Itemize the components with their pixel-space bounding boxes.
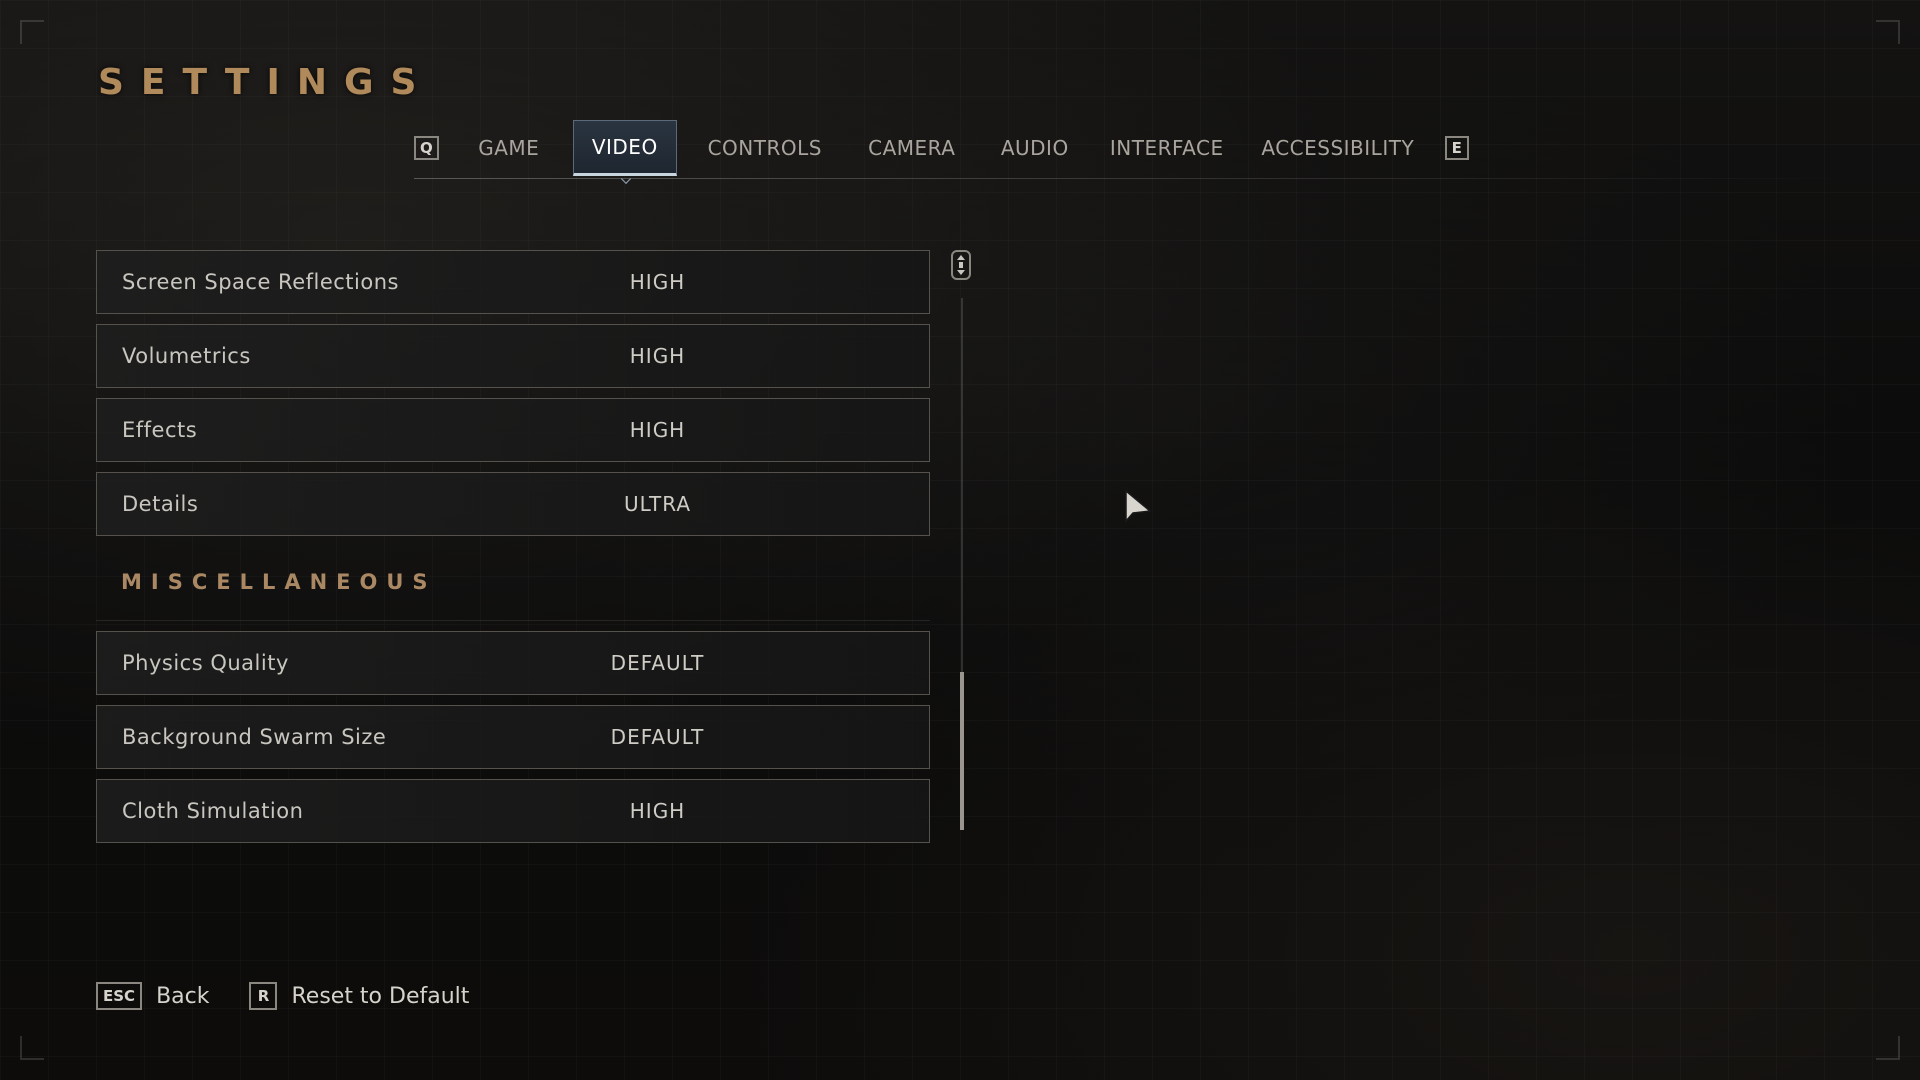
setting-row-physics-quality[interactable]: Physics Quality DEFAULT xyxy=(96,631,930,695)
reset-key-hint[interactable]: R xyxy=(249,982,278,1010)
setting-row-screen-space-reflections[interactable]: Screen Space Reflections HIGH xyxy=(96,250,930,314)
esc-key-hint[interactable]: ESC xyxy=(96,982,143,1010)
setting-label: Cloth Simulation xyxy=(122,799,304,823)
settings-tabs: Q GAME VIDEO CONTROLS CAMERA AUDIO INTER… xyxy=(414,120,1469,176)
reset-to-default-button[interactable]: Reset to Default xyxy=(291,984,469,1009)
setting-label: Screen Space Reflections xyxy=(122,270,399,294)
setting-label: Volumetrics xyxy=(122,344,251,368)
tab-video[interactable]: VIDEO xyxy=(572,120,677,176)
setting-value[interactable]: ULTRA xyxy=(490,492,825,516)
setting-label: Details xyxy=(122,492,199,516)
setting-label: Background Swarm Size xyxy=(122,725,387,749)
tab-camera[interactable]: CAMERA xyxy=(853,120,971,176)
tabs-divider xyxy=(414,178,1854,179)
section-header-miscellaneous: MISCELLANEOUS xyxy=(96,546,930,621)
setting-label: Effects xyxy=(122,418,198,442)
scroll-thumb[interactable] xyxy=(960,672,964,830)
tab-interface[interactable]: INTERFACE xyxy=(1099,120,1235,176)
next-tab-key-hint[interactable]: E xyxy=(1444,136,1469,160)
scroll-updown-icon[interactable] xyxy=(951,250,971,280)
mouse-cursor-icon xyxy=(1124,489,1154,523)
setting-value[interactable]: HIGH xyxy=(490,344,825,368)
setting-value[interactable]: DEFAULT xyxy=(490,651,825,675)
tab-accessibility[interactable]: ACCESSIBILITY xyxy=(1253,120,1423,176)
setting-row-effects[interactable]: Effects HIGH xyxy=(96,398,930,462)
back-button[interactable]: Back xyxy=(156,984,209,1009)
page-title: SETTINGS xyxy=(98,62,434,103)
settings-scrollbar[interactable] xyxy=(950,250,974,830)
setting-value[interactable]: HIGH xyxy=(490,799,825,823)
footer-hints: ESC Back R Reset to Default xyxy=(96,980,509,1012)
section-title: MISCELLANEOUS xyxy=(121,570,437,594)
prev-tab-key-hint[interactable]: Q xyxy=(414,136,439,160)
tab-game[interactable]: GAME xyxy=(463,120,555,176)
corner-bracket-bottom-left xyxy=(20,1036,44,1060)
settings-screen: SETTINGS Q GAME VIDEO CONTROLS CAMERA AU… xyxy=(0,0,1920,1080)
setting-row-cloth-simulation[interactable]: Cloth Simulation HIGH xyxy=(96,779,930,843)
tab-controls[interactable]: CONTROLS xyxy=(695,120,835,176)
corner-bracket-top-left xyxy=(20,20,44,44)
setting-value[interactable]: HIGH xyxy=(490,418,825,442)
setting-row-details[interactable]: Details ULTRA xyxy=(96,472,930,536)
setting-value[interactable]: HIGH xyxy=(490,270,825,294)
corner-bracket-bottom-right xyxy=(1876,1036,1900,1060)
corner-bracket-top-right xyxy=(1876,20,1900,44)
tab-audio[interactable]: AUDIO xyxy=(989,120,1081,176)
settings-list: Screen Space Reflections HIGH Volumetric… xyxy=(96,250,930,853)
setting-value[interactable]: DEFAULT xyxy=(490,725,825,749)
setting-row-volumetrics[interactable]: Volumetrics HIGH xyxy=(96,324,930,388)
setting-label: Physics Quality xyxy=(122,651,289,675)
setting-row-background-swarm-size[interactable]: Background Swarm Size DEFAULT xyxy=(96,705,930,769)
